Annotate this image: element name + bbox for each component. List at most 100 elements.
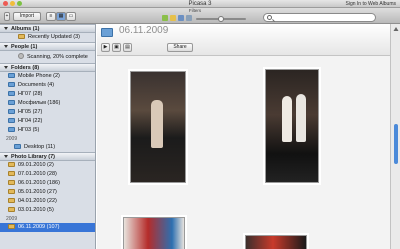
search-field[interactable] [263,13,376,22]
filter-all-icon[interactable] [162,15,168,21]
disclosure-triangle-icon[interactable] [4,66,8,69]
sign-in-link[interactable]: Sign In to Web Albums [346,0,397,8]
sidebar-item-ng04[interactable]: НГ04 (22) [0,117,95,126]
folder-title[interactable]: 06.11.2009 [119,25,168,36]
collage-icon: ▣ [114,44,119,50]
collage-button[interactable]: ▣ [112,43,121,52]
photo-library-section-header[interactable]: Photo Library (7) [0,152,95,161]
event-icon [8,189,15,194]
sidebar-item-ng05[interactable]: НГ05 (27) [0,108,95,117]
event-icon [8,224,15,229]
sidebar-item-07-01-2010[interactable]: 07.01.2010 (28) [0,170,95,179]
photo-grid [97,57,390,249]
photo-thumbnail[interactable] [123,217,185,249]
search-icon [267,15,272,20]
sidebar-item-label: НГ07 (28) [18,91,43,97]
add-icon: + [5,13,9,19]
photo-thumbnail[interactable] [130,71,186,183]
folders-section-header[interactable]: Folders (8) [0,63,95,72]
year-divider: 2009 [6,216,18,222]
album-icon [18,34,25,39]
scanning-status-text: Scanning, 20% complete [27,54,88,60]
sidebar-item-label: НГ05 (27) [18,109,43,115]
event-icon [8,180,15,185]
sidebar-item-label: 03.01.2010 (5) [18,207,54,213]
filters-label: Filters [188,8,202,13]
disclosure-triangle-icon[interactable] [4,27,8,30]
sidebar-item-label: Мосфильм (186) [18,100,61,106]
folders-section-label: Folders (8) [11,65,40,71]
albums-section-header[interactable]: Albums (1) [0,24,95,33]
share-button[interactable]: Share [167,43,193,52]
sidebar-item-03-01-2010[interactable]: 03.01.2010 (5) [0,206,95,215]
toolbar: + Import ≡ ▦ ▭ Filters [0,8,400,24]
sidebar-item-mosfilm[interactable]: Мосфильм (186) [0,99,95,108]
sidebar-item-desktop[interactable]: Desktop (11) [0,143,95,152]
list-view-button[interactable]: ≡ [46,12,56,21]
photo-thumbnail[interactable] [265,69,319,183]
movie-button[interactable]: ▤ [123,43,132,52]
play-icon: ▶ [103,44,108,50]
sidebar-item-05-01-2010[interactable]: 05.01.2010 (27) [0,188,95,197]
vertical-scrollbar[interactable] [390,24,400,249]
event-icon [8,162,15,167]
sidebar-item-04-01-2010[interactable]: 04.01.2010 (22) [0,197,95,206]
year-divider: 2009 [6,136,18,142]
scroll-up-arrow-icon[interactable] [393,26,399,32]
photo-thumbnail[interactable] [245,235,307,249]
people-section-header[interactable]: People (1) [0,42,95,51]
disclosure-triangle-icon[interactable] [4,155,8,158]
sidebar-item-09-01-2010[interactable]: 09.01.2010 (2) [0,161,95,170]
scrollbar-thumb[interactable] [394,124,398,164]
folder-icon [8,91,15,96]
event-icon [8,171,15,176]
window-title: Picasa 3 [188,1,212,7]
sidebar-item-label: 06.01.2010 (186) [18,180,60,186]
photo-subject [282,96,292,142]
sidebar-item-documents[interactable]: Documents (4) [0,81,95,90]
people-scanning-status: Scanning, 20% complete [0,51,95,63]
sidebar-item-label: 06.11.2009 (107) [18,224,60,230]
sidebar-item-label: Recently Updated (3) [28,34,80,40]
sidebar-item-label: Desktop (11) [24,144,56,150]
sidebar-item-mobile-phone[interactable]: Mobile Phone (2) [0,72,95,81]
filter-date-slider-thumb[interactable] [218,16,224,22]
photo-library-section-label: Photo Library (7) [11,154,56,160]
play-slideshow-button[interactable]: ▶ [101,43,110,52]
folder-icon [14,144,21,149]
thumbnail-view-button[interactable]: ▦ [56,12,66,21]
sidebar-item-label: НГ04 (22) [18,118,43,124]
list-view-icon: ≡ [49,13,53,19]
folder-header: 06.11.2009 ▶ ▣ ▤ Share [97,24,390,56]
event-icon [8,198,15,203]
folder-icon [8,73,15,78]
sidebar-item-06-11-2009[interactable]: 06.11.2009 (107) [0,223,95,232]
photo-subject [296,94,306,142]
people-section-label: People (1) [11,44,38,50]
sidebar-item-label: 04.01.2010 (22) [18,198,57,204]
sidebar-item-ng07[interactable]: НГ07 (28) [0,90,95,99]
import-button[interactable]: Import [13,12,41,21]
folder-icon [8,109,15,114]
sidebar-item-06-01-2010[interactable]: 06.01.2010 (186) [0,179,95,188]
sidebar-item-label: Documents (4) [18,82,55,88]
disclosure-triangle-icon[interactable] [4,45,8,48]
event-icon [8,207,15,212]
folder-icon [8,127,15,132]
add-button[interactable]: + [4,12,10,21]
filter-people-icon[interactable] [186,15,192,21]
photo-subject [151,100,163,148]
import-label: Import [19,13,35,19]
filter-movie-icon[interactable] [178,15,184,21]
slideshow-view-icon: ▭ [68,13,74,19]
slideshow-view-button[interactable]: ▭ [66,12,76,21]
folder-icon [8,82,15,87]
sidebar: Albums (1) Recently Updated (3) People (… [0,24,96,249]
filter-star-icon[interactable] [170,15,176,21]
movie-icon: ▤ [125,44,130,50]
folder-icon [8,118,15,123]
sidebar-item-recently-updated[interactable]: Recently Updated (3) [0,33,95,42]
share-label: Share [173,44,187,50]
sidebar-item-ng03[interactable]: НГ03 (5) [0,126,95,135]
person-icon [18,53,24,59]
